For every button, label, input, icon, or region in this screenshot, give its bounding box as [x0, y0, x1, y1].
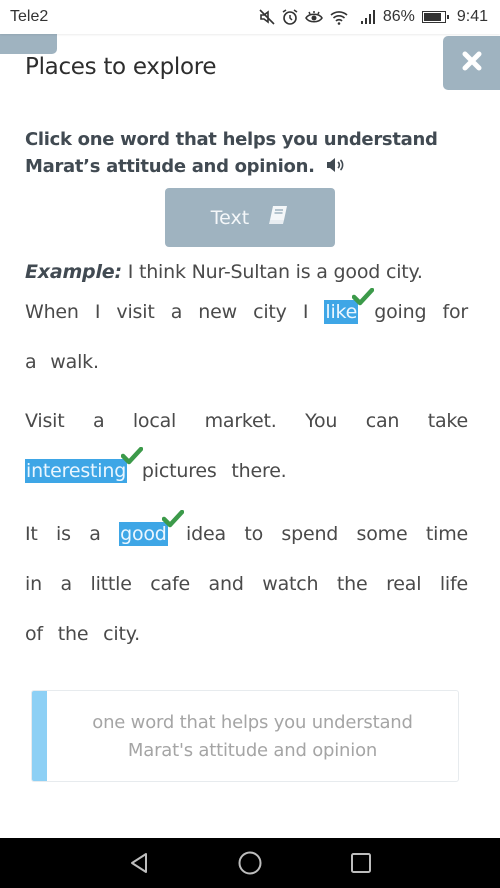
clock: 9:41	[456, 8, 488, 25]
paragraph-1: When I visit a new city I like going for…	[25, 287, 468, 387]
book-icon	[267, 205, 289, 230]
close-icon	[461, 50, 483, 76]
recents-icon	[351, 853, 371, 873]
alarm-icon	[281, 8, 299, 26]
close-button[interactable]	[443, 36, 500, 90]
paragraph-text[interactable]: It is a	[25, 523, 119, 545]
paragraph-3: It is a good idea to spend some time in …	[25, 509, 468, 659]
mute-icon	[258, 8, 276, 26]
example-label: Example:	[25, 261, 122, 283]
battery-icon	[421, 11, 449, 23]
check-icon	[352, 288, 375, 306]
page-title: Places to explore	[25, 54, 217, 80]
back-icon	[131, 853, 147, 873]
recents-button[interactable]	[348, 850, 374, 876]
paragraph-text[interactable]: pictures there.	[127, 460, 287, 482]
home-button[interactable]	[237, 850, 263, 876]
instruction-text: Click one word that helps you understand…	[25, 129, 438, 177]
paragraph-2: Visit a local market. You can take inter…	[25, 396, 468, 496]
answer-hint-line-2: Marat's attitude and opinion	[127, 740, 378, 761]
carrier-name: Tele2	[10, 8, 49, 25]
example-text: I think Nur-Sultan is a good city.	[121, 261, 423, 283]
selected-word-text: interesting	[26, 460, 127, 482]
selected-word[interactable]: interesting	[25, 447, 144, 483]
selected-word[interactable]: like	[324, 288, 375, 324]
text-button[interactable]: Text	[165, 188, 335, 247]
answer-hint: one word that helps you understand Marat…	[47, 709, 458, 765]
status-icons: 86% 9:41	[258, 8, 488, 26]
selected-word-text: good	[120, 523, 167, 545]
answer-hint-line-1: one word that helps you understand	[92, 712, 413, 733]
battery-percent: 86%	[382, 8, 415, 25]
paragraph-text[interactable]: Visit a local market. You can take	[25, 410, 468, 432]
check-icon	[121, 447, 144, 465]
task-instruction: Click one word that helps you understand…	[25, 126, 475, 181]
selected-word[interactable]: good	[119, 510, 184, 546]
eye-comfort-icon	[304, 8, 324, 26]
speaker-icon[interactable]	[325, 154, 345, 181]
signal-icon	[360, 9, 378, 25]
answer-accent-bar	[32, 691, 47, 781]
check-icon	[161, 510, 184, 528]
paragraph-text[interactable]: When I visit a new city I	[25, 301, 324, 323]
answer-box: one word that helps you understand Marat…	[31, 690, 459, 782]
status-bar: Tele2 86% 9:41	[0, 0, 500, 34]
text-button-label: Text	[210, 206, 250, 229]
navigation-bar	[0, 838, 500, 888]
back-button[interactable]	[126, 850, 152, 876]
home-icon	[238, 851, 262, 875]
wifi-icon	[329, 8, 349, 26]
example-line: Example: I think Nur-Sultan is a good ci…	[25, 259, 468, 285]
